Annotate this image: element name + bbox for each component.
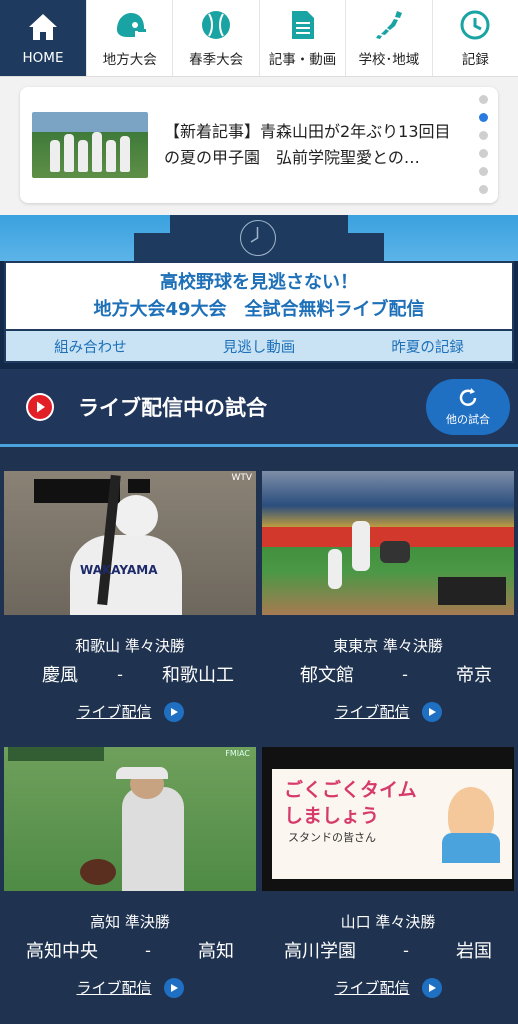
- nav-school-region[interactable]: 学校･地域: [345, 0, 431, 76]
- live-header: ライブ配信中の試合 他の試合: [0, 369, 518, 447]
- live-title: ライブ配信中の試合: [78, 395, 267, 420]
- live-stream-label[interactable]: ライブ配信: [334, 977, 409, 998]
- promo-line1: 高校野球を見逃さない！: [160, 272, 358, 293]
- live-stream-label[interactable]: ライブ配信: [76, 977, 151, 998]
- carousel-dot[interactable]: [479, 185, 488, 194]
- team-home: 慶風: [42, 665, 78, 686]
- promo-section: 高校野球を見逃さない！ 地方大会49大会 全試合無料ライブ配信 組み合わせ 見逃…: [0, 261, 518, 369]
- nav-articles-videos[interactable]: 記事・動画: [258, 0, 345, 76]
- other-games-label: 他の試合: [446, 413, 490, 426]
- nav-shunki-label: 春季大会: [189, 52, 244, 68]
- helmet-icon: [113, 8, 147, 42]
- sign-line3: スタンドの皆さん: [288, 831, 376, 844]
- baseball-icon: [199, 8, 233, 42]
- game-round: 東東京 準々決勝: [333, 637, 443, 655]
- game-round: 山口 準々決勝: [340, 913, 436, 931]
- news-card[interactable]: 【新着記事】青森山田が2年ぶり13回目の夏の甲子園 弘前学院聖愛との…: [20, 87, 498, 203]
- news-headline: 【新着記事】青森山田が2年ぶり13回目の夏の甲子園 弘前学院聖愛との…: [164, 122, 451, 167]
- broadcaster-logo: FMIAC: [225, 749, 250, 758]
- link-matchups[interactable]: 組み合わせ: [54, 336, 127, 357]
- live-stream-link[interactable]: ライブ配信: [262, 701, 514, 722]
- carousel-dot[interactable]: [479, 149, 488, 158]
- promo-links: 組み合わせ 見逃し動画 昨夏の記録: [6, 329, 512, 361]
- team-separator: -: [145, 940, 151, 960]
- japan-map-icon: [372, 8, 406, 42]
- uniform-lettering: WAKAYAMA: [80, 563, 158, 577]
- team-separator: -: [402, 664, 408, 684]
- promo-title: 高校野球を見逃さない！ 地方大会49大会 全試合無料ライブ配信: [6, 263, 512, 323]
- stadium-clock-icon: [240, 220, 276, 256]
- play-icon[interactable]: [421, 701, 442, 722]
- document-icon: [286, 8, 320, 42]
- sign-line2: しましょう: [284, 805, 380, 827]
- game-teams: 高川学園 - 岩国: [262, 937, 514, 963]
- game-teams: 郁文館 - 帝京: [262, 661, 514, 687]
- game-thumbnail[interactable]: [262, 471, 514, 615]
- clock-icon: [458, 8, 492, 42]
- team-home: 高知中央: [26, 941, 98, 962]
- game-teams: 慶風 - 和歌山工: [4, 661, 256, 687]
- carousel-dot[interactable]: [479, 167, 488, 176]
- news-thumbnail: [32, 112, 148, 178]
- team-away: 岩国: [456, 941, 492, 962]
- play-icon[interactable]: [163, 977, 184, 998]
- team-separator: -: [117, 664, 123, 684]
- team-away: 高知: [198, 941, 234, 962]
- game-card[interactable]: WTV WAKAYAMA 和歌山 準々決勝 慶風 - 和歌山工 ライブ配信: [4, 471, 256, 725]
- promo-box[interactable]: 高校野球を見逃さない！ 地方大会49大会 全試合無料ライブ配信 組み合わせ 見逃…: [4, 261, 514, 363]
- play-icon[interactable]: [421, 977, 442, 998]
- team-separator: -: [403, 940, 409, 960]
- carousel-dot[interactable]: [479, 95, 488, 104]
- game-round: 和歌山 準々決勝: [75, 637, 185, 655]
- team-home: 郁文館: [300, 665, 354, 686]
- carousel-dot-active[interactable]: [479, 113, 488, 122]
- nav-records[interactable]: 記録: [431, 0, 518, 76]
- nav-home[interactable]: HOME: [0, 0, 86, 76]
- promo-line2: 地方大会49大会 全試合無料ライブ配信: [93, 299, 425, 320]
- broadcaster-logo: WTV: [231, 473, 252, 483]
- game-teams: 高知中央 - 高知: [4, 937, 256, 963]
- game-card[interactable]: 東東京 準々決勝 郁文館 - 帝京 ライブ配信: [262, 471, 514, 725]
- link-last-summer-records[interactable]: 昨夏の記録: [391, 336, 464, 357]
- carousel-dot[interactable]: [479, 131, 488, 140]
- game-thumbnail[interactable]: ごくごくタイム しましょう スタンドの皆さん: [262, 747, 514, 891]
- nav-school-label: 学校･地域: [358, 52, 420, 68]
- refresh-icon: [459, 388, 477, 406]
- play-icon[interactable]: [163, 701, 184, 722]
- top-nav: HOME 地方大会 春季大会 記事・動画 学校･地域 記録: [0, 0, 518, 77]
- live-stream-link[interactable]: ライブ配信: [262, 977, 514, 998]
- live-stream-label[interactable]: ライブ配信: [334, 701, 409, 722]
- live-stream-link[interactable]: ライブ配信: [4, 977, 256, 998]
- game-card[interactable]: FMIAC 高知 準決勝 高知中央 - 高知 ライブ配信: [4, 747, 256, 1001]
- live-play-icon: [26, 392, 54, 421]
- game-round: 高知 準決勝: [90, 913, 170, 931]
- nav-articles-label: 記事・動画: [268, 52, 337, 68]
- carousel-dots: [479, 95, 488, 194]
- sign-line1: ごくごくタイム: [284, 779, 417, 801]
- live-games-grid: WTV WAKAYAMA 和歌山 準々決勝 慶風 - 和歌山工 ライブ配信 東東…: [0, 447, 518, 1001]
- game-thumbnail[interactable]: WTV WAKAYAMA: [4, 471, 256, 615]
- team-home: 高川学園: [284, 941, 356, 962]
- team-away: 和歌山工: [162, 665, 234, 686]
- game-thumbnail[interactable]: FMIAC: [4, 747, 256, 891]
- stadium-banner: [0, 215, 518, 261]
- live-stream-label[interactable]: ライブ配信: [76, 701, 151, 722]
- team-away: 帝京: [456, 665, 492, 686]
- link-missed-videos[interactable]: 見逃し動画: [223, 336, 296, 357]
- live-stream-link[interactable]: ライブ配信: [4, 701, 256, 722]
- nav-chiho-label: 地方大会: [102, 52, 157, 68]
- news-carousel: 【新着記事】青森山田が2年ぶり13回目の夏の甲子園 弘前学院聖愛との…: [0, 77, 518, 215]
- other-games-button[interactable]: 他の試合: [426, 379, 510, 435]
- nav-chiho-taikai[interactable]: 地方大会: [86, 0, 172, 76]
- nav-home-label: HOME: [22, 50, 64, 66]
- nav-shunki-taikai[interactable]: 春季大会: [172, 0, 258, 76]
- home-icon: [26, 10, 60, 44]
- game-card[interactable]: ごくごくタイム しましょう スタンドの皆さん 山口 準々決勝 高川学園 - 岩国…: [262, 747, 514, 1001]
- nav-records-label: 記録: [461, 52, 489, 68]
